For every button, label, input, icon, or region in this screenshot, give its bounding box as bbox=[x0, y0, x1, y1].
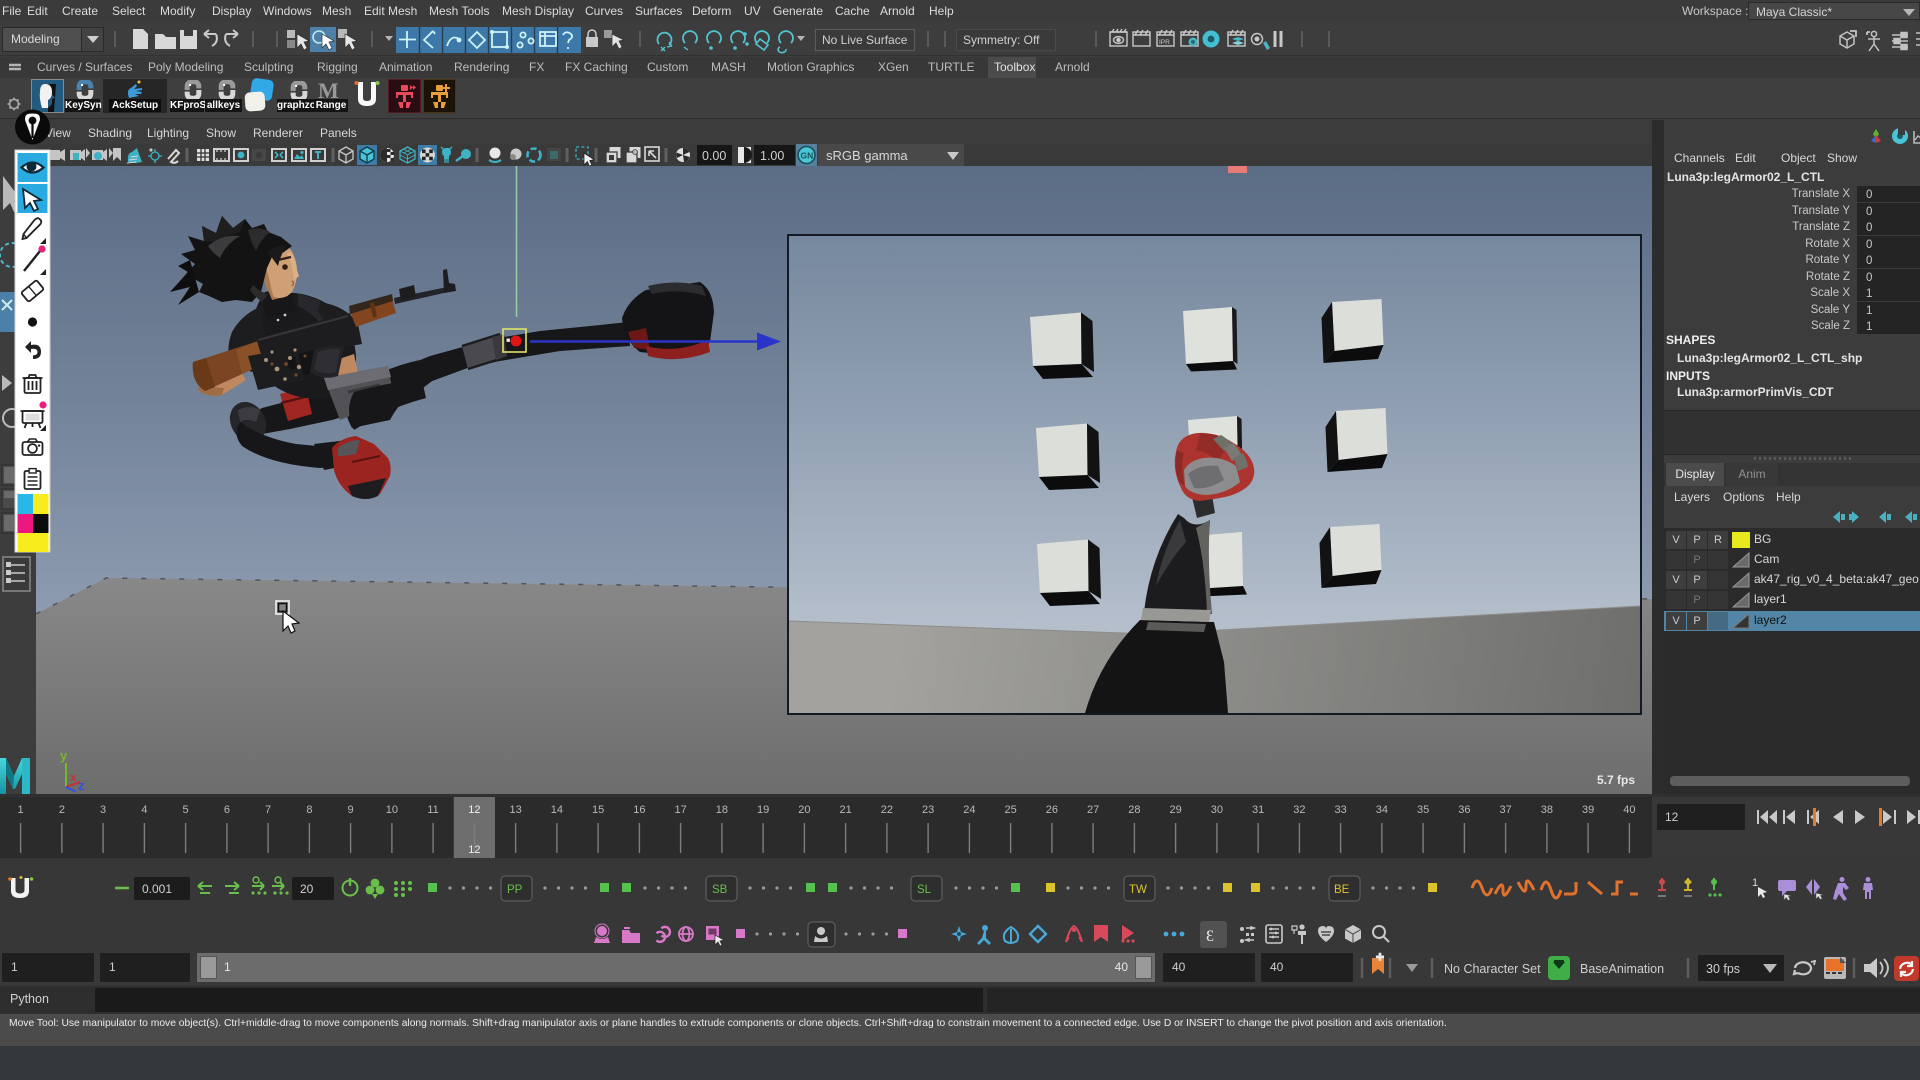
svg-text:sRGB gamma: sRGB gamma bbox=[826, 148, 908, 163]
svg-text:x: x bbox=[70, 772, 77, 784]
svg-text:39: 39 bbox=[1582, 804, 1594, 816]
svg-text:z: z bbox=[78, 778, 85, 793]
svg-text:1: 1 bbox=[18, 804, 24, 816]
svg-text:14: 14 bbox=[551, 804, 563, 816]
svg-text:10: 10 bbox=[386, 804, 398, 816]
svg-text:20: 20 bbox=[798, 804, 810, 816]
svg-text:12: 12 bbox=[468, 804, 480, 816]
svg-text:9: 9 bbox=[348, 804, 354, 816]
svg-text:15: 15 bbox=[592, 804, 604, 816]
svg-text:0.00: 0.00 bbox=[702, 149, 726, 163]
svg-text:30 fps: 30 fps bbox=[1706, 962, 1740, 976]
svg-text:37: 37 bbox=[1499, 804, 1511, 816]
svg-text:31: 31 bbox=[1252, 804, 1264, 816]
svg-text:1.00: 1.00 bbox=[760, 149, 784, 163]
svg-text:11: 11 bbox=[427, 804, 438, 816]
svg-text:26: 26 bbox=[1046, 804, 1058, 816]
svg-text:12: 12 bbox=[468, 844, 480, 856]
svg-text:16: 16 bbox=[633, 804, 645, 816]
svg-text:38: 38 bbox=[1541, 804, 1553, 816]
svg-text:7: 7 bbox=[265, 804, 271, 816]
svg-text:No Character Set: No Character Set bbox=[1444, 962, 1541, 976]
svg-text:BaseAnimation: BaseAnimation bbox=[1580, 962, 1664, 976]
svg-text:2: 2 bbox=[59, 804, 65, 816]
svg-text:36: 36 bbox=[1458, 804, 1470, 816]
svg-text:SB: SB bbox=[712, 884, 728, 896]
svg-text:TW: TW bbox=[1129, 884, 1147, 896]
svg-text:19: 19 bbox=[757, 804, 769, 816]
svg-text:17: 17 bbox=[674, 804, 686, 816]
svg-text:IPR: IPR bbox=[1159, 39, 1170, 46]
svg-text:22: 22 bbox=[881, 804, 893, 816]
svg-text:29: 29 bbox=[1169, 804, 1181, 816]
svg-text:BE: BE bbox=[1334, 884, 1350, 896]
svg-text:20: 20 bbox=[300, 882, 314, 896]
svg-text:32: 32 bbox=[1293, 804, 1305, 816]
svg-text:33: 33 bbox=[1334, 804, 1346, 816]
svg-text:5: 5 bbox=[183, 804, 189, 816]
svg-text:13: 13 bbox=[509, 804, 521, 816]
svg-text:8: 8 bbox=[306, 804, 312, 816]
svg-text:40: 40 bbox=[1623, 804, 1635, 816]
svg-text:35: 35 bbox=[1417, 804, 1429, 816]
svg-text:1: 1 bbox=[1752, 877, 1758, 889]
svg-text:23: 23 bbox=[922, 804, 934, 816]
svg-text:28: 28 bbox=[1128, 804, 1140, 816]
svg-text:GN: GN bbox=[801, 151, 814, 161]
svg-text:6: 6 bbox=[224, 804, 230, 816]
svg-text:5.7 fps: 5.7 fps bbox=[1597, 773, 1635, 787]
svg-text:21: 21 bbox=[839, 804, 851, 816]
svg-text:4: 4 bbox=[141, 804, 147, 816]
svg-text:PP: PP bbox=[507, 884, 523, 896]
svg-text:SL: SL bbox=[917, 884, 932, 896]
svg-text:27: 27 bbox=[1087, 804, 1099, 816]
svg-text:3: 3 bbox=[100, 804, 106, 816]
svg-text:Ɛ: Ɛ bbox=[1206, 928, 1214, 945]
svg-text:y: y bbox=[60, 748, 68, 763]
svg-text:30: 30 bbox=[1211, 804, 1223, 816]
svg-text:0.001: 0.001 bbox=[142, 882, 172, 896]
svg-text:25: 25 bbox=[1004, 804, 1016, 816]
svg-text:18: 18 bbox=[716, 804, 728, 816]
svg-text:34: 34 bbox=[1376, 804, 1388, 816]
svg-text:24: 24 bbox=[963, 804, 975, 816]
